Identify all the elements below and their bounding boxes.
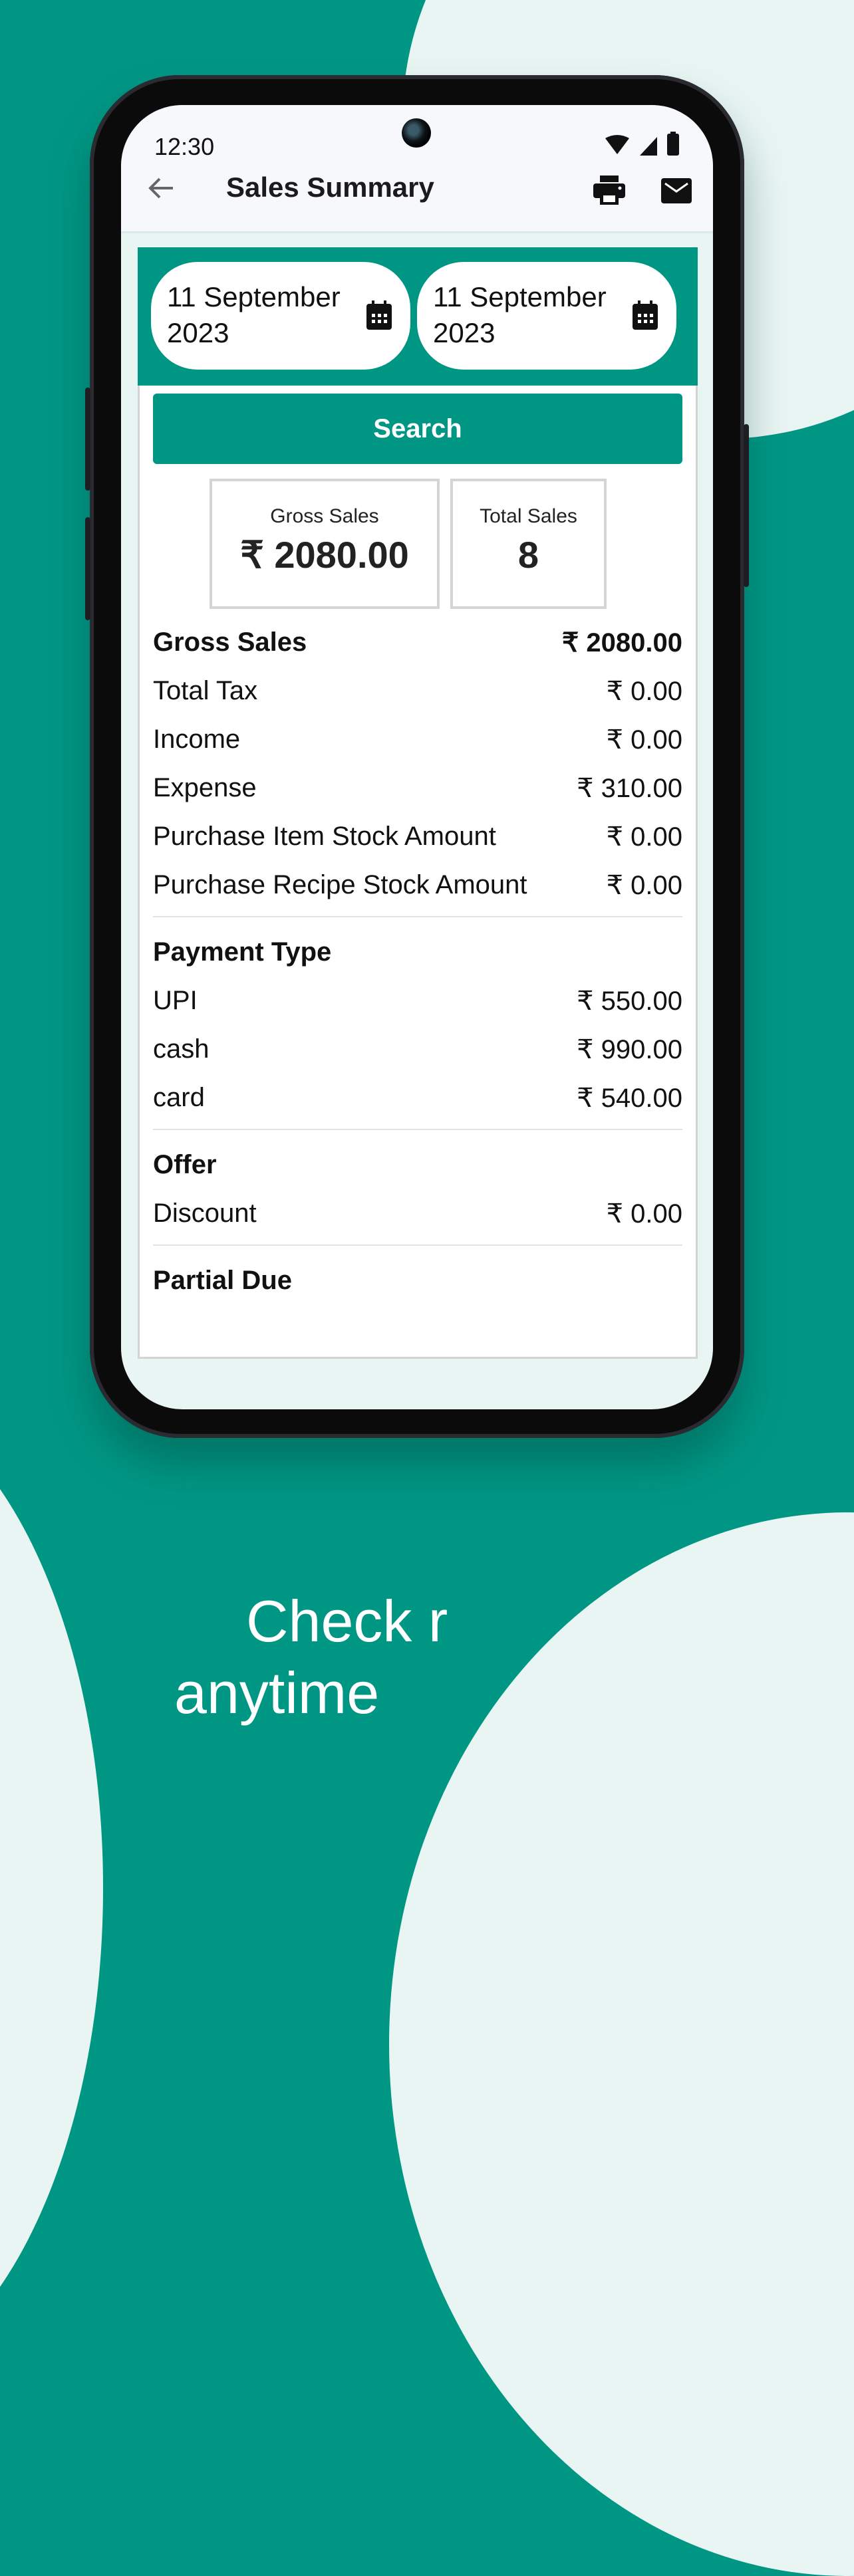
row-label: Total Tax	[153, 676, 258, 705]
calendar-icon	[633, 300, 658, 330]
from-date-picker[interactable]: 11 September 2023	[151, 262, 410, 370]
payment-row-cash: cash ₹ 990.00	[153, 1025, 682, 1074]
back-arrow-icon[interactable]	[146, 174, 176, 203]
row-label: cash	[153, 1034, 210, 1064]
signal-icon	[640, 137, 657, 156]
volume-up-button	[85, 388, 90, 491]
divider	[153, 916, 682, 917]
calendar-icon	[366, 300, 392, 330]
phone-screen: 12:30 Sales Summary 11 September 2023 11…	[121, 105, 713, 1409]
app-header: 12:30 Sales Summary	[121, 105, 713, 231]
row-value: ₹ 0.00	[606, 1199, 682, 1229]
page-title: Sales Summary	[226, 172, 434, 203]
wifi-icon	[605, 135, 629, 154]
row-value: ₹ 0.00	[606, 725, 682, 755]
from-date-value: 11 September 2023	[167, 281, 341, 348]
print-icon[interactable]	[593, 176, 625, 205]
power-button	[744, 424, 749, 587]
row-value: ₹ 540.00	[577, 1083, 682, 1113]
summary-list: Gross Sales ₹ 2080.00 Total Tax ₹ 0.00 I…	[153, 618, 682, 1305]
summary-row-purchase-recipe-stock: Purchase Recipe Stock Amount ₹ 0.00	[153, 861, 682, 909]
camera-icon	[402, 118, 431, 148]
offer-heading: Offer	[153, 1150, 217, 1179]
mail-icon[interactable]	[661, 178, 692, 203]
row-label: card	[153, 1083, 205, 1112]
volume-down-button	[85, 517, 90, 620]
divider	[153, 1129, 682, 1130]
row-value: ₹ 2080.00	[561, 628, 682, 657]
row-value: ₹ 550.00	[577, 986, 682, 1016]
row-label: Discount	[153, 1199, 257, 1228]
summary-row-expense: Expense ₹ 310.00	[153, 764, 682, 812]
row-label: Expense	[153, 773, 257, 802]
row-label: UPI	[153, 986, 198, 1015]
row-value: ₹ 0.00	[606, 676, 682, 706]
partial-due-heading: Partial Due	[153, 1266, 292, 1295]
offer-row-discount: Discount ₹ 0.00	[153, 1189, 682, 1238]
row-value: ₹ 0.00	[606, 870, 682, 900]
row-value: ₹ 0.00	[606, 822, 682, 852]
divider	[153, 1244, 682, 1246]
status-time: 12:30	[154, 133, 215, 160]
search-button[interactable]: Search	[153, 394, 682, 464]
to-date-value: 11 September 2023	[433, 281, 607, 348]
row-label: Gross Sales	[153, 628, 307, 657]
payment-type-heading: Payment Type	[153, 937, 332, 967]
phone-frame: 12:30 Sales Summary 11 September 2023 11…	[85, 75, 749, 1438]
row-value: ₹ 310.00	[577, 773, 682, 803]
stat-value: 8	[517, 534, 539, 576]
summary-row-income: Income ₹ 0.00	[153, 715, 682, 764]
stat-label: Total Sales	[480, 505, 577, 527]
row-label: Income	[153, 725, 241, 754]
row-label: Purchase Recipe Stock Amount	[153, 870, 527, 899]
summary-card: 11 September 2023 11 September 2023 Sear…	[138, 247, 698, 1359]
total-sales-stat: Total Sales 8	[450, 479, 607, 609]
stat-value: ₹ 2080.00	[240, 534, 409, 576]
status-icons	[604, 132, 680, 156]
payment-row-card: card ₹ 540.00	[153, 1074, 682, 1122]
stat-label: Gross Sales	[270, 505, 379, 527]
gross-sales-stat: Gross Sales ₹ 2080.00	[210, 479, 440, 609]
date-range-bar: 11 September 2023 11 September 2023	[138, 247, 698, 386]
row-label: Purchase Item Stock Amount	[153, 822, 496, 851]
summary-row-total-tax: Total Tax ₹ 0.00	[153, 667, 682, 715]
to-date-picker[interactable]: 11 September 2023	[417, 262, 676, 370]
row-value: ₹ 990.00	[577, 1034, 682, 1064]
battery-icon	[667, 132, 679, 156]
summary-row-gross-sales: Gross Sales ₹ 2080.00	[153, 618, 682, 667]
background-circle-bottom-left	[0, 1389, 103, 2387]
payment-row-upi: UPI ₹ 550.00	[153, 977, 682, 1025]
summary-row-purchase-item-stock: Purchase Item Stock Amount ₹ 0.00	[153, 812, 682, 861]
